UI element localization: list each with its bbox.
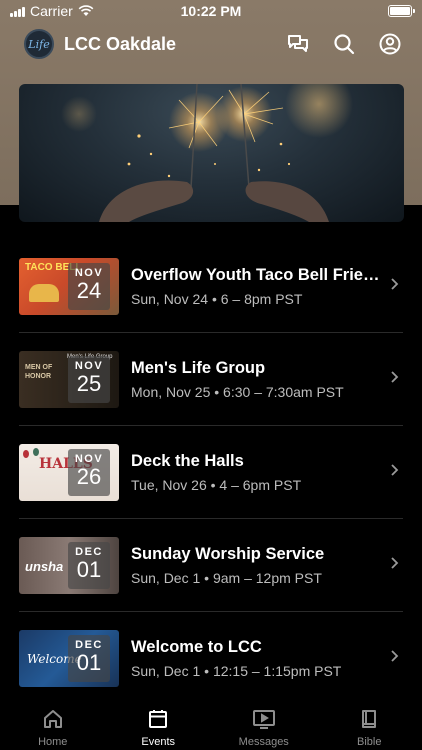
video-icon: [252, 710, 275, 729]
home-icon: [43, 710, 62, 728]
event-title: Men's Life Group: [131, 358, 266, 377]
event-thumbnail: Welcome DEC 01: [19, 629, 119, 687]
tab-messages[interactable]: Messages: [211, 698, 317, 750]
event-info: Men's Life Group Mon, Nov 25 • 6:30 – 7:…: [131, 359, 388, 400]
event-datetime: Sun, Dec 1 • 12:15 – 1:15pm PST: [131, 662, 342, 679]
account-icon[interactable]: [378, 32, 402, 56]
event-thumbnail: MEN OFHONOR Men's Life Group NOV 25: [19, 350, 119, 408]
chevron-right-icon: [391, 650, 399, 662]
tab-bible[interactable]: Bible: [317, 698, 422, 750]
event-datetime: Tue, Nov 26 • 4 – 6pm PST: [131, 476, 302, 493]
tab-label: Home: [38, 736, 68, 748]
chevron-right-icon: [391, 278, 399, 290]
wifi-icon: [78, 5, 94, 16]
event-thumbnail: unsha DEC 01: [19, 536, 119, 594]
status-bar: Carrier 10:22 PM: [0, 0, 422, 22]
event-title: Sunday Worship Service: [131, 544, 325, 563]
status-left: Carrier: [10, 3, 94, 19]
tab-bar: Home Events Messages Bible: [0, 698, 422, 750]
event-datetime: Sun, Dec 1 • 9am – 12pm PST: [131, 569, 322, 586]
event-row[interactable]: TACO BELL NOV 24 Overflow Youth Taco Bel…: [0, 240, 422, 332]
event-datetime: Sun, Nov 24 • 6 – 8pm PST: [131, 290, 303, 307]
book-icon: [362, 710, 377, 728]
tab-label: Messages: [238, 736, 289, 748]
battery-icon: [388, 5, 415, 17]
event-row[interactable]: unsha DEC 01 Sunday Worship Service Sun,…: [0, 519, 422, 611]
chevron-right-icon: [391, 557, 399, 569]
sparklers-image: [61, 84, 353, 222]
app-title: LCC Oakdale: [64, 33, 177, 54]
event-row[interactable]: MEN OFHONOR Men's Life Group NOV 25 Men'…: [0, 333, 422, 425]
app-header: Life LCC Oakdale: [0, 26, 422, 62]
tab-home[interactable]: Home: [0, 698, 106, 750]
event-row[interactable]: Welcome DEC 01 Welcome to LCC Sun, Dec 1…: [0, 612, 422, 704]
tab-events[interactable]: Events: [106, 698, 212, 750]
event-date-badge: NOV 26: [68, 448, 110, 496]
event-title: Overflow Youth Taco Bell Friends: [131, 265, 388, 284]
hero-banner[interactable]: [19, 84, 404, 222]
chevron-right-icon: [391, 464, 399, 476]
calendar-icon: [149, 710, 168, 728]
signal-icon: [10, 6, 25, 17]
event-datetime: Mon, Nov 25 • 6:30 – 7:30am PST: [131, 383, 344, 400]
event-info: Welcome to LCC Sun, Dec 1 • 12:15 – 1:15…: [131, 638, 388, 679]
event-info: Deck the Halls Tue, Nov 26 • 4 – 6pm PST: [131, 452, 388, 493]
event-date-badge: DEC 01: [68, 634, 110, 682]
event-info: Sunday Worship Service Sun, Dec 1 • 9am …: [131, 545, 388, 586]
search-icon[interactable]: [332, 32, 356, 56]
header-actions: [286, 32, 402, 56]
event-row[interactable]: HALLS NOV 26 Deck the Halls Tue, Nov 26 …: [0, 426, 422, 518]
carrier-label: Carrier: [30, 3, 73, 19]
messages-icon[interactable]: [286, 32, 310, 56]
chevron-right-icon: [391, 371, 399, 383]
event-date-badge: DEC 01: [68, 541, 110, 589]
event-title: Deck the Halls: [131, 451, 244, 470]
tab-label: Bible: [357, 736, 382, 748]
event-thumbnail: HALLS NOV 26: [19, 443, 119, 501]
event-date-badge: NOV 24: [68, 262, 110, 310]
tab-label: Events: [141, 736, 176, 748]
event-date-badge: NOV 25: [68, 355, 110, 403]
church-logo: Life: [24, 29, 54, 59]
event-info: Overflow Youth Taco Bell Friends Sun, No…: [131, 266, 388, 307]
event-thumbnail: TACO BELL NOV 24: [19, 257, 119, 315]
event-title: Welcome to LCC: [131, 637, 262, 656]
